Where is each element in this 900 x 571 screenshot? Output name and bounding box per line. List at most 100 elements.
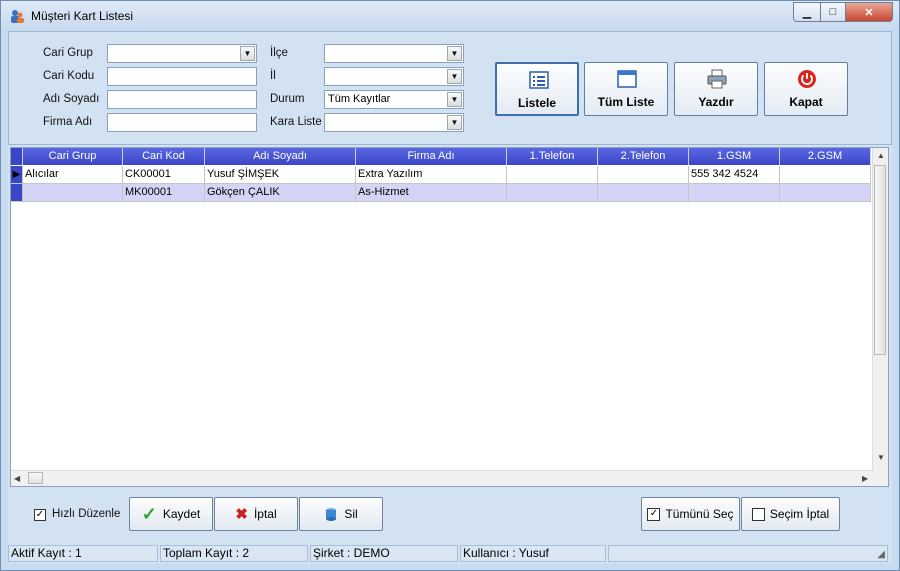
customer-icon: [11, 10, 24, 23]
table-cell[interactable]: [598, 184, 689, 202]
kullanici-status: Kullanıcı : Yusuf: [460, 545, 606, 562]
sil-button[interactable]: Sil: [299, 497, 383, 531]
table-cell[interactable]: 555 342 4524: [689, 166, 780, 184]
table-row[interactable]: MK00001 Gökçen ÇALIK As-Hizmet: [11, 184, 871, 202]
sil-label: Sil: [344, 507, 358, 521]
durum-combo[interactable]: Tüm Kayıtlar ▼: [324, 90, 464, 109]
table-cell[interactable]: Extra Yazılım: [356, 166, 507, 184]
ilce-combo[interactable]: ▼: [324, 44, 464, 63]
vertical-scroll-thumb[interactable]: [874, 165, 886, 355]
secim-iptal-label: Seçim İptal: [769, 507, 830, 521]
table-cell[interactable]: [780, 166, 871, 184]
checkbox-empty-icon: [751, 507, 765, 521]
hizli-duzenle-checkbox[interactable]: ✓: [34, 509, 46, 521]
cari-kodu-label: Cari Kodu: [43, 70, 95, 82]
client-area: Cari Grup ▼ Cari Kodu Adı Soyadı Firma A…: [8, 31, 892, 564]
table-row[interactable]: ▶ Alıcılar CK00001 Yusuf ŞİMŞEK Extra Ya…: [11, 166, 871, 184]
vertical-scrollbar[interactable]: ▲ ▼: [872, 148, 888, 486]
hizli-duzenle-label: Hızlı Düzenle: [52, 508, 121, 520]
iptal-label: İptal: [253, 507, 277, 521]
column-header[interactable]: 1.Telefon: [507, 148, 598, 165]
column-header[interactable]: 2.Telefon: [598, 148, 689, 165]
table-cell[interactable]: [23, 184, 123, 202]
table-cell[interactable]: [507, 166, 598, 184]
il-label: İl: [270, 70, 276, 82]
status-bar: Aktif Kayıt : 1 Toplam Kayıt : 2 Şirket …: [8, 545, 892, 564]
cancel-x-icon: ✖: [235, 506, 248, 523]
column-header[interactable]: 1.GSM: [689, 148, 780, 165]
scroll-up-icon[interactable]: ▲: [877, 151, 885, 160]
title-bar[interactable]: Müşteri Kart Listesi ▁ □ ✕: [1, 1, 899, 31]
table-cell[interactable]: [780, 184, 871, 202]
maximize-button[interactable]: □: [821, 2, 846, 22]
iptal-button[interactable]: ✖ İptal: [214, 497, 298, 531]
horizontal-scrollbar[interactable]: ◀ ▶: [11, 470, 874, 486]
table-cell[interactable]: MK00001: [123, 184, 205, 202]
adi-soyadi-input[interactable]: [107, 90, 257, 109]
table-cell[interactable]: Yusuf ŞİMŞEK: [205, 166, 356, 184]
firma-adi-input[interactable]: [107, 113, 257, 132]
cari-kodu-input[interactable]: [107, 67, 257, 86]
table-cell[interactable]: [689, 184, 780, 202]
status-empty-panel: ◢: [608, 545, 888, 562]
table-cell[interactable]: [598, 166, 689, 184]
yazdir-label: Yazdır: [698, 95, 734, 109]
current-row-arrow-icon: ▶: [11, 166, 23, 184]
listele-label: Listele: [517, 96, 556, 110]
kapat-button[interactable]: Kapat: [764, 62, 848, 116]
bottom-panel: ✓ Hızlı Düzenle ✓ Kaydet ✖ İptal Sil ✓ T…: [8, 490, 892, 540]
column-header[interactable]: Firma Adı: [356, 148, 507, 165]
kara-liste-label: Kara Liste: [270, 116, 322, 128]
checkmark-icon: ✓: [35, 509, 45, 520]
customer-grid[interactable]: Cari Grup Cari Kod Adı Soyadı Firma Adı …: [10, 147, 889, 487]
chevron-down-icon[interactable]: ▼: [447, 92, 462, 107]
power-icon: [798, 70, 816, 88]
chevron-down-icon[interactable]: ▼: [447, 115, 462, 130]
durum-value: Tüm Kayıtlar: [328, 93, 391, 105]
yazdir-button[interactable]: Yazdır: [674, 62, 758, 116]
scroll-left-icon[interactable]: ◀: [14, 474, 20, 483]
toplam-kayit-status: Toplam Kayıt : 2: [160, 545, 308, 562]
chevron-down-icon[interactable]: ▼: [447, 46, 462, 61]
chevron-down-icon[interactable]: ▼: [240, 46, 255, 61]
maximize-icon: □: [829, 6, 837, 18]
table-cell[interactable]: CK00001: [123, 166, 205, 184]
filter-panel: Cari Grup ▼ Cari Kodu Adı Soyadı Firma A…: [8, 31, 892, 145]
tumunu-sec-button[interactable]: ✓ Tümünü Seç: [641, 497, 740, 531]
secim-iptal-button[interactable]: Seçim İptal: [741, 497, 840, 531]
column-header[interactable]: 2.GSM: [780, 148, 871, 165]
grid-header: Cari Grup Cari Kod Adı Soyadı Firma Adı …: [11, 148, 871, 166]
minimize-button[interactable]: ▁: [793, 2, 821, 22]
il-combo[interactable]: ▼: [324, 67, 464, 86]
resize-grip-icon[interactable]: ◢: [877, 547, 885, 562]
table-cell[interactable]: As-Hizmet: [356, 184, 507, 202]
ilce-label: İlçe: [270, 47, 288, 59]
scroll-down-icon[interactable]: ▼: [877, 453, 885, 462]
close-icon: ✕: [864, 6, 874, 19]
cari-grup-combo[interactable]: ▼: [107, 44, 257, 63]
window-icon: [617, 70, 637, 88]
table-cell[interactable]: [507, 184, 598, 202]
minimize-icon: ▁: [802, 6, 812, 19]
list-icon: [529, 71, 549, 89]
app-window: Müşteri Kart Listesi ▁ □ ✕ Cari Grup ▼ C…: [0, 0, 900, 571]
printer-icon: [707, 69, 727, 89]
close-window-button[interactable]: ✕: [846, 2, 893, 22]
checkbox-checked-icon: ✓: [647, 507, 661, 521]
listele-button[interactable]: Listele: [495, 62, 579, 116]
chevron-down-icon[interactable]: ▼: [447, 69, 462, 84]
table-cell[interactable]: Alıcılar: [23, 166, 123, 184]
column-header[interactable]: Cari Grup: [23, 148, 123, 165]
column-header[interactable]: Cari Kod: [123, 148, 205, 165]
tum-liste-button[interactable]: Tüm Liste: [584, 62, 668, 116]
kaydet-button[interactable]: ✓ Kaydet: [129, 497, 213, 531]
table-cell[interactable]: Gökçen ÇALIK: [205, 184, 356, 202]
sirket-status: Şirket : DEMO: [310, 545, 458, 562]
kaydet-label: Kaydet: [162, 507, 201, 521]
horizontal-scroll-thumb[interactable]: [28, 472, 43, 484]
check-icon: ✓: [141, 503, 157, 524]
scroll-right-icon[interactable]: ▶: [862, 474, 868, 483]
column-header[interactable]: Adı Soyadı: [205, 148, 356, 165]
window-title: Müşteri Kart Listesi: [31, 9, 134, 23]
kara-liste-combo[interactable]: ▼: [324, 113, 464, 132]
